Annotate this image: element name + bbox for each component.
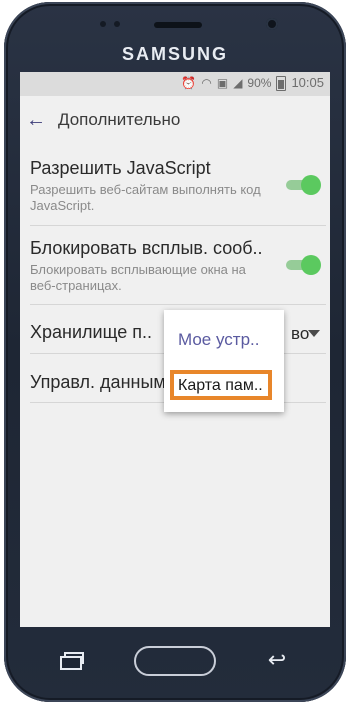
proximity-sensor: [100, 21, 106, 27]
screen: ⏰ ◠ ▣ ◢ 90% 10:05 ← Дополнительно Разреш…: [20, 72, 330, 627]
block-popups-toggle[interactable]: [284, 254, 321, 276]
status-icons: ⏰ ◠ ▣ ◢ 90% 10:05: [181, 75, 324, 91]
recent-apps-button[interactable]: [60, 652, 86, 670]
option-memory-card-label: Карта пам..: [178, 377, 263, 394]
setting-title: Блокировать всплыв. сооб..: [30, 238, 263, 258]
option-memory-card[interactable]: Карта пам..: [170, 370, 272, 400]
signal-icon: ◢: [233, 76, 243, 90]
front-camera: [266, 18, 278, 30]
setting-subtitle: Разрешить веб-сайтам выполнять код JavaS…: [30, 182, 261, 213]
nfc-icon: ▣: [216, 76, 229, 90]
setting-subtitle: Блокировать всплывающие окна на веб-стра…: [30, 262, 246, 293]
divider: [30, 304, 326, 305]
dropdown-arrow-icon[interactable]: [308, 330, 320, 337]
clock: 10:05: [291, 75, 324, 90]
option-my-device[interactable]: Мое устр..: [178, 330, 259, 350]
status-bar: ⏰ ◠ ▣ ◢ 90% 10:05: [20, 72, 330, 96]
storage-dropdown-menu: Мое устр.. Карта пам..: [164, 310, 284, 412]
back-button-icon[interactable]: ↩: [262, 648, 292, 672]
app-bar: ← Дополнительно: [20, 96, 330, 144]
battery-percent: 90%: [247, 76, 272, 90]
battery-icon: [276, 75, 287, 91]
toggle-knob: [301, 255, 321, 275]
earpiece-speaker: [154, 22, 202, 28]
setting-title: Разрешить JavaScript: [30, 158, 211, 178]
toggle-knob: [301, 175, 321, 195]
page-title: Дополнительно: [58, 110, 181, 129]
back-arrow-icon[interactable]: ←: [26, 110, 48, 130]
setting-title: Управл. данным: [30, 372, 166, 392]
javascript-toggle[interactable]: [284, 174, 321, 196]
setting-title: Хранилище п..: [30, 322, 152, 342]
storage-value: во: [291, 324, 310, 343]
home-button[interactable]: [134, 646, 216, 676]
alarm-icon: ⏰: [181, 76, 197, 90]
brand-logo: SAMSUNG: [121, 44, 228, 64]
wifi-icon: ◠: [201, 76, 212, 90]
divider: [30, 225, 326, 226]
light-sensor: [114, 21, 120, 27]
recent-apps-icon-front: [60, 656, 82, 670]
